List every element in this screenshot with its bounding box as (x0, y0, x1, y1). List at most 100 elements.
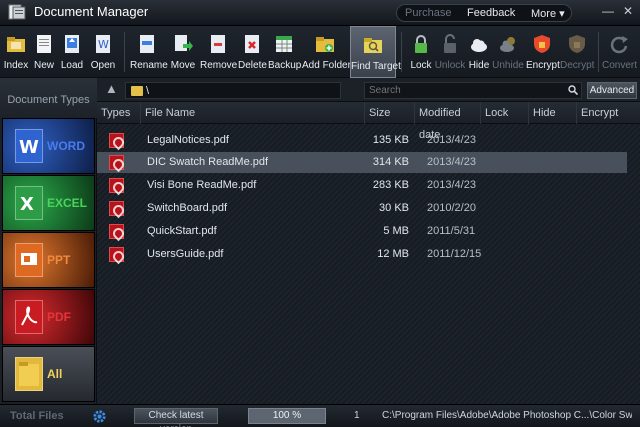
category-label: PPT (47, 253, 71, 267)
encrypt-button[interactable]: Encrypt (526, 26, 560, 78)
close-button[interactable]: ✕ (622, 5, 634, 17)
file-name: LegalNotices.pdf (147, 134, 229, 146)
pdf-file-icon (109, 224, 124, 239)
add-folder-button[interactable]: Add Folder (302, 26, 351, 78)
toolbar-separator (598, 32, 599, 72)
gear-icon[interactable] (92, 409, 107, 424)
decrypt-button[interactable]: Decrypt (560, 26, 594, 78)
category-excel[interactable]: X EXCEL (2, 175, 95, 231)
excel-icon: X (15, 186, 43, 220)
path-text: \ (146, 85, 150, 97)
add-folder-icon (316, 37, 334, 52)
column-header-modified-date[interactable]: Modified date (415, 102, 481, 141)
open-button[interactable]: W Open (88, 26, 118, 78)
category-label: EXCEL (47, 196, 88, 210)
hide-button[interactable]: Hide (466, 26, 492, 78)
encrypt-shield-icon (534, 35, 550, 53)
new-doc-icon (37, 35, 51, 53)
load-icon (65, 35, 79, 53)
index-button[interactable]: Index (2, 26, 30, 78)
category-label: All (47, 367, 63, 381)
category-ppt[interactable]: PPT (2, 232, 95, 288)
delete-button[interactable]: Delete (238, 26, 267, 78)
file-size: 283 KB (372, 179, 409, 191)
advanced-search-button[interactable]: Advanced (587, 82, 637, 99)
rename-button[interactable]: Rename (130, 26, 168, 78)
load-button[interactable]: Load (58, 26, 86, 78)
document-types-sidebar: Document Types W WORD X EXCEL PPT PDF Al… (0, 78, 97, 404)
sidebar-header: Document Types (0, 78, 97, 118)
backup-button[interactable]: Backup (268, 26, 301, 78)
path-bar: ▲ \ Advanced (97, 78, 640, 102)
category-word[interactable]: W WORD (2, 118, 95, 174)
column-header-file-name[interactable]: File Name (141, 102, 365, 124)
table-row[interactable]: LegalNotices.pdf 135 KB 2013/4/23 (97, 130, 627, 151)
convert-icon (610, 36, 628, 54)
backup-icon (276, 36, 292, 52)
feedback-link[interactable]: Feedback (467, 7, 515, 19)
svg-text:X: X (20, 194, 34, 215)
modified-date: 2011/5/31 (427, 225, 476, 237)
toolbar: Index New Load W Open Rename Move Remove (0, 26, 640, 78)
toolbar-separator (124, 32, 125, 72)
modified-date: 2010/2/20 (427, 202, 476, 214)
pdf-file-icon (109, 178, 124, 193)
status-bar: Total Files Check latest version 100 % 1… (0, 404, 640, 427)
sidebar-title: Document Types (7, 94, 90, 106)
rename-icon (140, 35, 154, 53)
file-name: SwitchBoard.pdf (147, 202, 228, 214)
file-table: Types File Name Size Modified date Lock … (97, 102, 640, 404)
index-folder-icon (7, 37, 25, 52)
open-doc-icon: W (96, 35, 110, 53)
modified-date: 2011/12/15 (427, 248, 482, 260)
new-button[interactable]: New (30, 26, 58, 78)
column-header-types[interactable]: Types (97, 102, 141, 124)
file-name: Visi Bone ReadMe.pdf (147, 179, 257, 191)
search-icon[interactable] (568, 85, 578, 95)
unlock-button[interactable]: Unlock (434, 26, 466, 78)
category-label: PDF (47, 310, 71, 324)
find-target-button[interactable]: Find Target (350, 26, 401, 78)
category-label: WORD (47, 139, 85, 153)
word-icon: W (15, 129, 43, 163)
table-row-selected[interactable]: DIC Swatch ReadMe.pdf 314 KB 2013/4/23 (97, 152, 627, 173)
category-all[interactable]: All (2, 346, 95, 402)
convert-button[interactable]: Convert (602, 26, 637, 78)
table-row[interactable]: SwitchBoard.pdf 30 KB 2010/2/20 (97, 198, 627, 219)
column-header-encrypt[interactable]: Encrypt (577, 102, 640, 124)
pdf-file-icon (109, 133, 124, 148)
category-pdf[interactable]: PDF (2, 289, 95, 345)
table-row[interactable]: Visi Bone ReadMe.pdf 283 KB 2013/4/23 (97, 175, 627, 196)
pdf-file-icon (109, 247, 124, 262)
move-button[interactable]: Move (168, 26, 198, 78)
search-input[interactable] (364, 82, 582, 99)
column-header-hide[interactable]: Hide (529, 102, 577, 124)
column-header-size[interactable]: Size (365, 102, 415, 124)
app-title: Document Manager (34, 4, 149, 19)
table-row[interactable]: QuickStart.pdf 5 MB 2011/5/31 (97, 221, 627, 242)
folder-icon (131, 86, 143, 96)
pdf-file-icon (109, 155, 124, 170)
lock-button[interactable]: Lock (408, 26, 434, 78)
modified-date: 2013/4/23 (427, 156, 476, 168)
more-menu[interactable]: More ▾ (531, 7, 565, 20)
modified-date: 2013/4/23 (427, 179, 476, 191)
delete-icon (245, 35, 259, 53)
zoom-level: 100 % (248, 408, 326, 424)
file-size: 135 KB (372, 134, 409, 146)
check-version-button[interactable]: Check latest version (134, 408, 218, 427)
purchase-link[interactable]: Purchase (405, 7, 451, 19)
table-row[interactable]: UsersGuide.pdf 12 MB 2011/12/15 (97, 244, 627, 265)
lock-icon (415, 35, 427, 53)
app-logo-icon (8, 4, 26, 20)
file-size: 314 KB (372, 156, 409, 168)
up-folder-icon[interactable]: ▲ (105, 82, 119, 96)
path-field[interactable]: \ (125, 82, 341, 99)
remove-button[interactable]: Remove (200, 26, 237, 78)
hide-cloud-icon (471, 39, 487, 52)
svg-text:W: W (19, 137, 39, 158)
minimize-button[interactable]: — (602, 5, 614, 17)
column-header-lock[interactable]: Lock (481, 102, 529, 124)
title-bar: Document Manager Purchase Feedback More … (0, 0, 640, 26)
unhide-button[interactable]: Unhide (492, 26, 524, 78)
